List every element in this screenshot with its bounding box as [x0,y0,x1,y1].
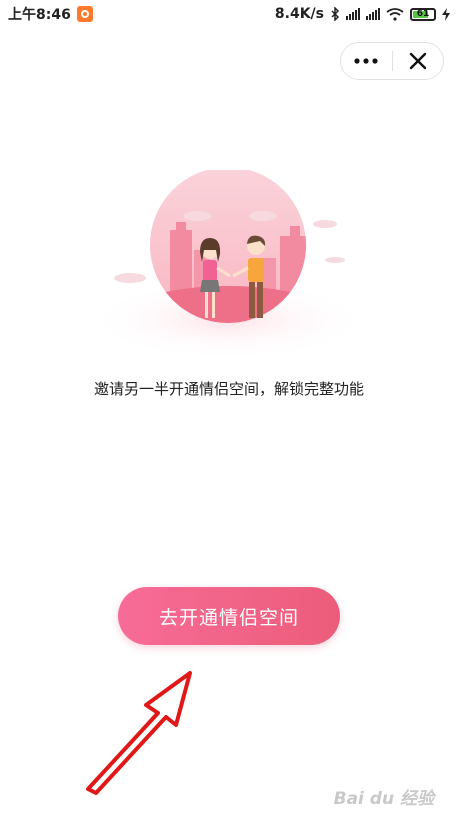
network-speed: 8.4K/s [274,6,324,22]
couple-illustration [88,170,368,360]
battery-icon: 61 [410,7,436,21]
wifi-icon [386,7,404,21]
status-bar: 上午8:46 8.4K/s 61 [0,0,458,28]
signal-icon-2 [366,8,380,20]
miniprogram-capsule [340,42,444,80]
bluetooth-icon [331,7,340,21]
clock: 上午8:46 [8,7,71,23]
app-notification-icon [76,6,93,22]
charging-icon [442,7,450,21]
annotation-arrow-icon [86,671,192,795]
signal-icon [346,8,360,20]
open-couple-space-button[interactable]: 去开通情侣空间 [118,587,340,645]
close-icon [409,52,426,70]
watermark: Bai du 经验 [333,789,434,809]
more-button[interactable] [341,43,392,79]
close-button[interactable] [393,43,444,79]
invite-caption: 邀请另一半开通情侣空间，解锁完整功能 [93,380,364,398]
ellipsis-icon [354,58,378,64]
